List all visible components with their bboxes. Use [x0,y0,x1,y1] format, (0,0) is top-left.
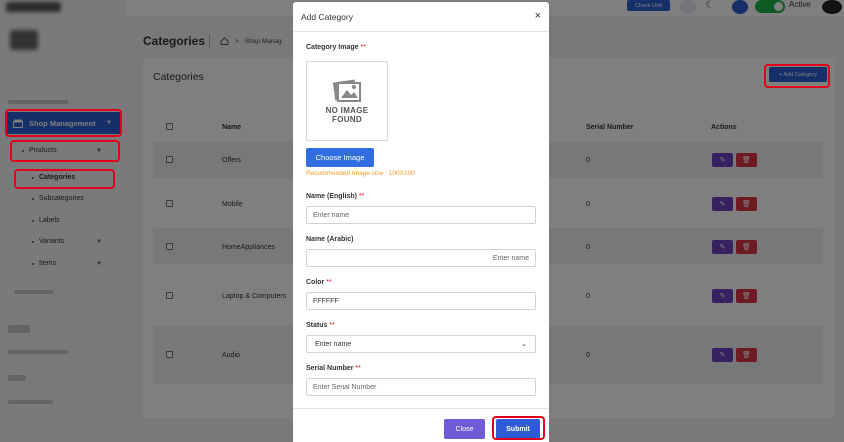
color-input[interactable] [306,292,536,310]
label-text: Serial Number [306,365,354,372]
required-mark: ** [358,193,365,200]
modal-title: Add Category [301,11,353,22]
submit-button[interactable]: Submit [496,419,540,439]
close-icon[interactable]: × [535,11,541,22]
serial-number-label: Serial Number ** [306,365,361,372]
modal-footer: Close Submit [293,408,549,442]
image-size-hint: Recommended Image size : 100X100 [306,170,415,177]
chevron-down-icon: ⌄ [521,341,527,348]
required-mark: ** [329,322,335,329]
label-text: Status [306,322,328,329]
no-image-line: FOUND [332,115,362,124]
serial-number-input[interactable] [306,378,536,396]
required-mark: ** [355,365,361,372]
name-english-input[interactable] [306,206,536,224]
status-select[interactable]: Enter name ⌄ [306,335,536,353]
label-text: Name (English) [306,193,357,200]
status-select-value: Enter name [315,340,352,348]
image-preview: NO IMAGE FOUND [306,61,388,141]
modal-header: Add Category × [293,2,549,32]
status-label: Status ** [306,322,335,329]
required-mark: ** [326,279,332,286]
required-mark: ** [360,44,366,51]
image-placeholder-icon [332,79,361,103]
choose-image-button[interactable]: Choose Image [306,148,374,167]
no-image-text: NO IMAGE FOUND [326,106,369,125]
category-image-label: Category Image ** [306,44,366,51]
name-english-label: Name (English) ** [306,193,364,200]
color-label: Color ** [306,279,332,286]
label-text: Category Image [306,44,359,51]
label-text: Color [306,279,325,286]
name-arabic-input[interactable] [306,249,536,267]
add-category-modal: Add Category × Category Image ** NO IMAG… [293,2,549,442]
close-button[interactable]: Close [444,419,485,439]
name-arabic-label: Name (Arabic) [306,236,354,243]
